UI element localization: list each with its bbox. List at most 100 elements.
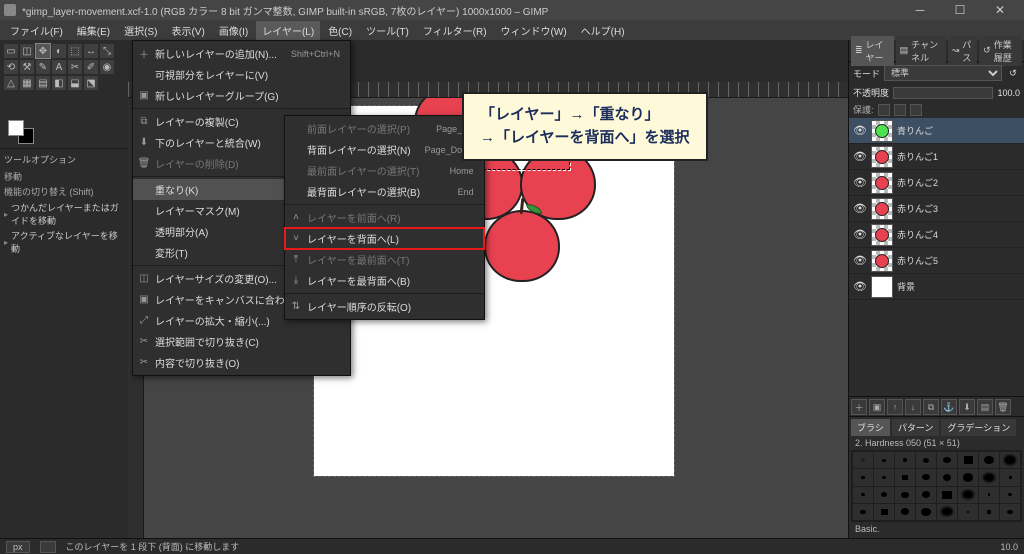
fg-color[interactable] — [8, 120, 24, 136]
layer-row[interactable]: 👁背景 — [849, 274, 1024, 300]
menubar-item[interactable]: 画像(I) — [213, 21, 254, 40]
tool-button[interactable]: ⬔ — [84, 76, 98, 90]
menu-item[interactable]: 可視部分をレイヤーに(V) — [133, 64, 350, 85]
menu-item[interactable]: ⤓レイヤーを最背面へ(B) — [285, 270, 484, 291]
tool-button[interactable]: ▦ — [20, 76, 34, 90]
brush-preset[interactable] — [916, 504, 936, 520]
tool-button[interactable]: ⬚ — [68, 44, 82, 58]
brush-preset[interactable] — [937, 504, 957, 520]
brush-preset[interactable] — [895, 469, 915, 485]
maximize-button[interactable]: ☐ — [940, 1, 980, 19]
brush-preset[interactable] — [979, 452, 999, 468]
visibility-eye-icon[interactable]: 👁 — [853, 176, 867, 189]
menubar-item[interactable]: ウィンドウ(W) — [495, 21, 573, 40]
menubar-item[interactable]: 選択(S) — [118, 21, 163, 40]
tool-button[interactable]: △ — [4, 76, 18, 90]
brush-preset[interactable] — [937, 487, 957, 503]
dock-tab[interactable]: ↝パス — [948, 36, 977, 66]
lock-alpha-icon[interactable] — [910, 104, 922, 116]
layer-row[interactable]: 👁赤りんご1 — [849, 144, 1024, 170]
layer-row[interactable]: 👁赤りんご2 — [849, 170, 1024, 196]
minimize-button[interactable]: ─ — [900, 1, 940, 19]
menubar-item[interactable]: レイヤー(L) — [256, 21, 320, 40]
dock-tab[interactable]: ↺作業履歴 — [979, 36, 1022, 66]
brush-preset[interactable] — [874, 504, 894, 520]
layer-toolbar-button[interactable]: ▣ — [869, 399, 885, 415]
menubar-item[interactable]: ツール(T) — [360, 21, 415, 40]
mode-reset-icon[interactable]: ↺ — [1006, 68, 1020, 79]
tool-button[interactable]: ✂ — [68, 60, 82, 74]
tool-button[interactable]: ↔ — [84, 44, 98, 58]
brush-preset[interactable] — [853, 469, 873, 485]
lock-position-icon[interactable] — [894, 104, 906, 116]
brush-tab[interactable]: パターン — [892, 419, 940, 436]
layer-row[interactable]: 👁赤りんご3 — [849, 196, 1024, 222]
layer-toolbar-button[interactable]: ⚓ — [941, 399, 957, 415]
tool-option-2[interactable]: アクティブなレイヤーを移動 — [4, 228, 124, 256]
tool-button[interactable]: ✥ — [36, 44, 50, 58]
visibility-eye-icon[interactable]: 👁 — [853, 124, 867, 137]
lock-pixels-icon[interactable] — [878, 104, 890, 116]
color-swatch[interactable] — [8, 120, 34, 144]
visibility-eye-icon[interactable]: 👁 — [853, 280, 867, 293]
menubar-item[interactable]: 色(C) — [322, 21, 358, 40]
brush-preset[interactable] — [916, 469, 936, 485]
tool-button[interactable]: ▭ — [4, 44, 18, 58]
tool-button[interactable]: ⬓ — [68, 76, 82, 90]
dock-tab[interactable]: ≣レイヤー — [851, 36, 894, 66]
brush-preset[interactable] — [979, 469, 999, 485]
menubar-item[interactable]: ヘルプ(H) — [575, 21, 631, 40]
tool-button[interactable]: ◧ — [52, 76, 66, 90]
close-button[interactable]: ✕ — [980, 1, 1020, 19]
layer-row[interactable]: 👁青りんご — [849, 118, 1024, 144]
brush-preset[interactable] — [895, 452, 915, 468]
layer-toolbar-button[interactable]: ⬇ — [959, 399, 975, 415]
brush-preset[interactable] — [958, 504, 978, 520]
layer-toolbar-button[interactable]: ▤ — [977, 399, 993, 415]
brush-preset[interactable] — [958, 487, 978, 503]
visibility-eye-icon[interactable]: 👁 — [853, 202, 867, 215]
brush-preset[interactable] — [916, 452, 936, 468]
layer-toolbar-button[interactable]: ⧉ — [923, 399, 939, 415]
brush-preset[interactable] — [937, 452, 957, 468]
blend-mode-select[interactable]: 標準 — [884, 65, 1002, 81]
brush-preset[interactable] — [895, 487, 915, 503]
menu-item[interactable]: 最背面レイヤーの選択(B)End — [285, 181, 484, 202]
brush-preset[interactable] — [853, 452, 873, 468]
tool-button[interactable]: ◐ — [52, 44, 66, 58]
menubar-item[interactable]: フィルター(R) — [417, 21, 493, 40]
menubar-item[interactable]: 編集(E) — [71, 21, 116, 40]
tool-button[interactable]: ◫ — [20, 44, 34, 58]
brush-tab[interactable]: ブラシ — [851, 419, 890, 436]
menubar-item[interactable]: ファイル(F) — [4, 21, 69, 40]
layer-toolbar-button[interactable]: ＋ — [851, 399, 867, 415]
tool-option-1[interactable]: つかんだレイヤーまたはガイドを移動 — [4, 200, 124, 228]
tool-button[interactable]: ⚒ — [20, 60, 34, 74]
visibility-eye-icon[interactable]: 👁 — [853, 254, 867, 267]
brush-preset[interactable] — [937, 469, 957, 485]
brush-preset[interactable] — [874, 452, 894, 468]
brush-preset[interactable] — [1000, 469, 1020, 485]
menu-item[interactable]: ˅レイヤーを背面へ(L) — [285, 228, 484, 249]
tool-button[interactable]: ◉ — [100, 60, 114, 74]
layer-row[interactable]: 👁赤りんご4 — [849, 222, 1024, 248]
brush-preset[interactable] — [958, 452, 978, 468]
brush-preset[interactable] — [895, 504, 915, 520]
layer-toolbar-button[interactable]: ↓ — [905, 399, 921, 415]
status-unit[interactable]: px — [6, 541, 30, 553]
brush-preset[interactable] — [958, 469, 978, 485]
menubar-item[interactable]: 表示(V) — [165, 21, 210, 40]
dock-tab[interactable]: ▤チャンネル — [896, 36, 946, 66]
layer-toolbar-button[interactable]: ↑ — [887, 399, 903, 415]
menu-item[interactable]: 背面レイヤーの選択(N)Page_Down — [285, 139, 484, 160]
opacity-slider[interactable] — [893, 87, 993, 99]
tool-button[interactable]: ✎ — [36, 60, 50, 74]
brush-preset[interactable] — [853, 504, 873, 520]
tool-button[interactable]: ⤡ — [100, 44, 114, 58]
brush-preset[interactable] — [916, 487, 936, 503]
brush-preset[interactable] — [874, 469, 894, 485]
tool-button[interactable]: ✐ — [84, 60, 98, 74]
menu-item[interactable]: ✂内容で切り抜き(O) — [133, 352, 350, 373]
brush-preset[interactable] — [979, 487, 999, 503]
tool-button[interactable]: A — [52, 60, 66, 74]
